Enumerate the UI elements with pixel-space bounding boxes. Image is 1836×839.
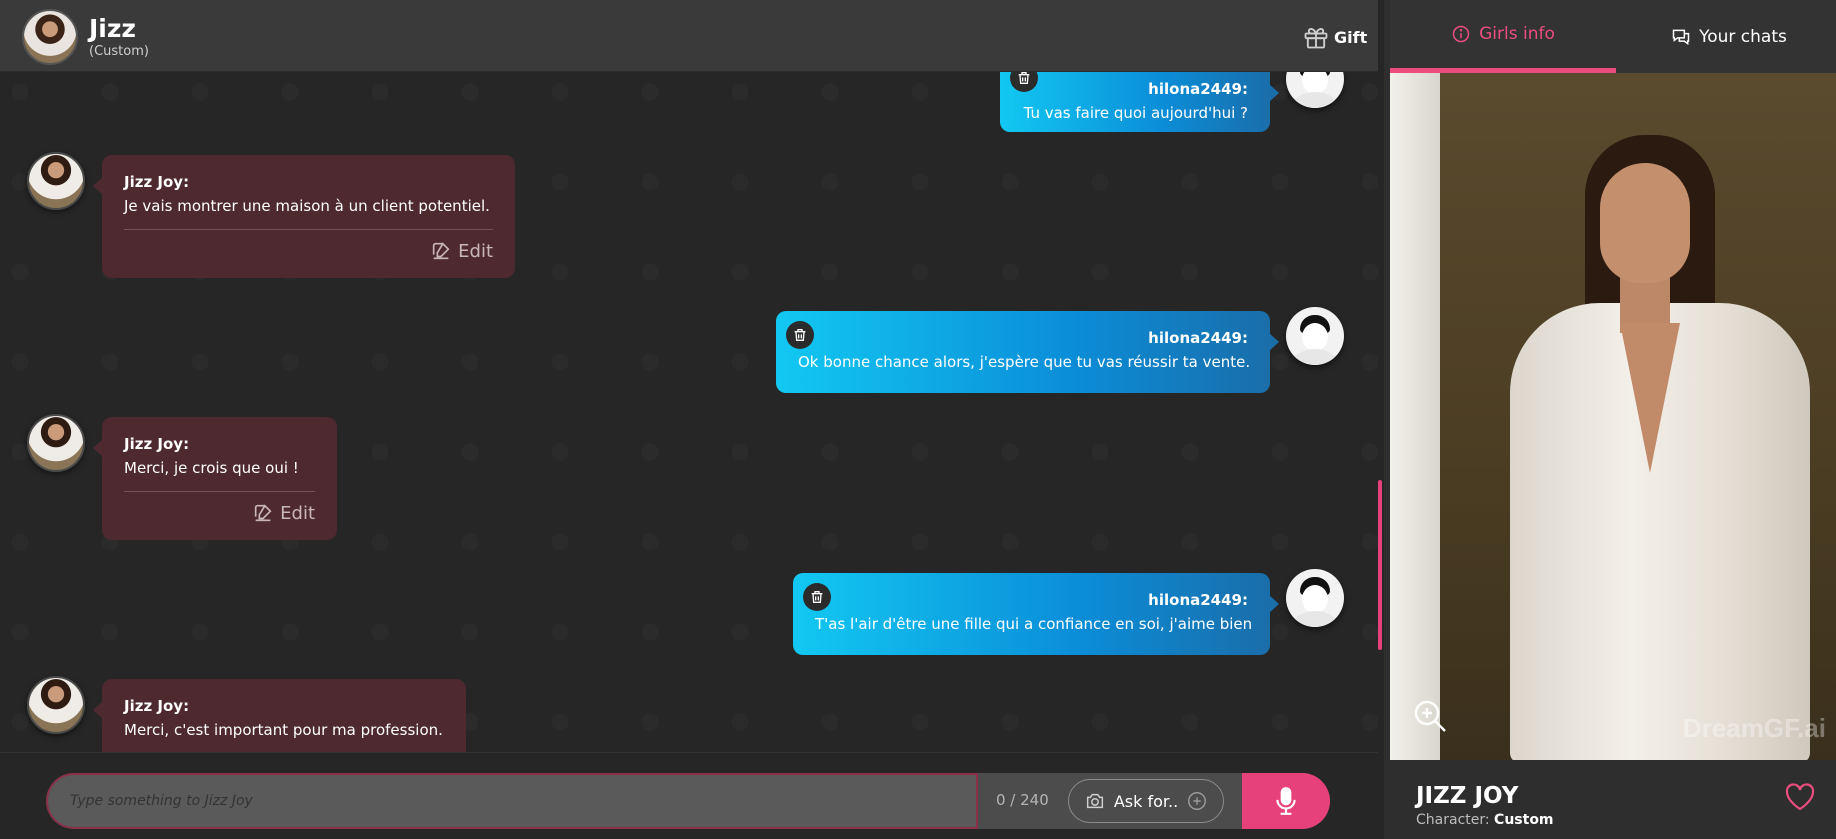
composer: 0 / 240 Ask for..: [46, 773, 1330, 829]
tab-your-chats[interactable]: Your chats: [1616, 0, 1836, 73]
message-divider: [124, 491, 315, 492]
trash-icon: [811, 591, 823, 603]
message-sender: Jizz Joy:: [124, 173, 190, 191]
girl-avatar: [27, 676, 85, 734]
message-text: Je vais montrer une maison à un client p…: [124, 197, 490, 215]
user-avatar: [1286, 569, 1344, 627]
plus-circle-icon: [1188, 792, 1207, 810]
profile-panel: Girls info Your chats DreamGF.ai JIZZ JO…: [1378, 0, 1836, 839]
character-counter: 0 / 240: [996, 791, 1049, 809]
watermark: DreamGF.ai: [1682, 713, 1826, 743]
gift-label: Gift: [1334, 27, 1368, 47]
message-text: Tu vas faire quoi aujourd'hui ?: [1023, 104, 1248, 122]
message-text: Merci, je crois que oui !: [124, 459, 299, 477]
ask-for-button[interactable]: Ask for..: [1068, 779, 1224, 823]
girl-message: Jizz Joy: Merci, je crois que oui ! Edit: [93, 417, 337, 540]
user-avatar: [1286, 72, 1344, 108]
tab-label: Girls info: [1479, 24, 1555, 44]
edit-icon: [432, 242, 450, 260]
tab-label: Your chats: [1699, 26, 1787, 47]
user-avatar: [1286, 307, 1344, 365]
message-text: T'as l'air d'être une fille qui a confia…: [815, 615, 1253, 633]
trash-icon: [794, 329, 806, 341]
message-sender: hilona2449:: [1148, 80, 1248, 98]
message-sender: hilona2449:: [1148, 329, 1248, 347]
character-label: Character:: [1416, 812, 1490, 828]
character-name: Jizz: [89, 14, 136, 43]
edit-icon: [254, 504, 272, 522]
gift-button[interactable]: Gift: [1302, 22, 1367, 52]
delete-message-button[interactable]: [803, 583, 831, 611]
chat-column: Jizz (Custom) Gift hilona2449: Tu vas fa…: [0, 0, 1378, 839]
profile-name: JIZZ JOY: [1416, 783, 1519, 809]
message-text: Merci, c'est important pour ma professio…: [124, 721, 443, 739]
edit-button[interactable]: Edit: [124, 502, 315, 524]
trash-icon: [1018, 72, 1030, 84]
girl-avatar: [27, 414, 85, 472]
user-message: hilona2449: Ok bonne chance alors, j'esp…: [776, 311, 1279, 393]
chat-header: Jizz (Custom) Gift: [0, 0, 1378, 72]
character-type: (Custom): [89, 44, 149, 59]
character-photo[interactable]: DreamGF.ai: [1390, 73, 1836, 760]
message-sender: hilona2449:: [1148, 591, 1248, 609]
user-message: hilona2449: T'as l'air d'être une fille …: [793, 573, 1279, 655]
gift-icon: [1304, 28, 1328, 49]
panel-tabs: Girls info Your chats: [1390, 0, 1836, 73]
edit-button[interactable]: Edit: [124, 240, 493, 262]
edit-label: Edit: [458, 240, 493, 262]
character-avatar[interactable]: [22, 9, 78, 65]
camera-icon: [1086, 793, 1103, 809]
zoom-in-icon[interactable]: [1412, 698, 1448, 734]
profile-character: Character: Custom: [1416, 812, 1554, 828]
message-list[interactable]: hilona2449: Tu vas faire quoi aujourd'hu…: [0, 72, 1378, 752]
info-icon: [1452, 25, 1470, 43]
message-sender: Jizz Joy:: [124, 697, 190, 715]
user-message: hilona2449: Tu vas faire quoi aujourd'hu…: [1000, 72, 1279, 132]
girl-message: Jizz Joy: Merci, c'est important pour ma…: [93, 679, 466, 752]
message-input[interactable]: [46, 773, 978, 829]
girl-message: Jizz Joy: Je vais montrer une maison à u…: [93, 155, 515, 278]
girl-avatar: [27, 152, 85, 210]
ask-for-label: Ask for..: [1113, 791, 1179, 811]
heart-icon[interactable]: [1784, 782, 1816, 812]
message-text: Ok bonne chance alors, j'espère que tu v…: [798, 353, 1251, 371]
composer-bar: 0 / 240 Ask for..: [0, 752, 1378, 839]
message-sender: Jizz Joy:: [124, 435, 190, 453]
edit-label: Edit: [280, 502, 315, 524]
message-divider: [124, 229, 493, 230]
microphone-button[interactable]: [1242, 773, 1330, 829]
microphone-icon: [1276, 787, 1296, 815]
character-value: Custom: [1494, 812, 1554, 828]
app-root: Jizz (Custom) Gift hilona2449: Tu vas fa…: [0, 0, 1836, 839]
chat-icon: [1672, 29, 1690, 45]
delete-message-button[interactable]: [786, 321, 814, 349]
tab-girls-info[interactable]: Girls info: [1390, 0, 1616, 73]
chat-scrollbar[interactable]: [1378, 480, 1382, 650]
